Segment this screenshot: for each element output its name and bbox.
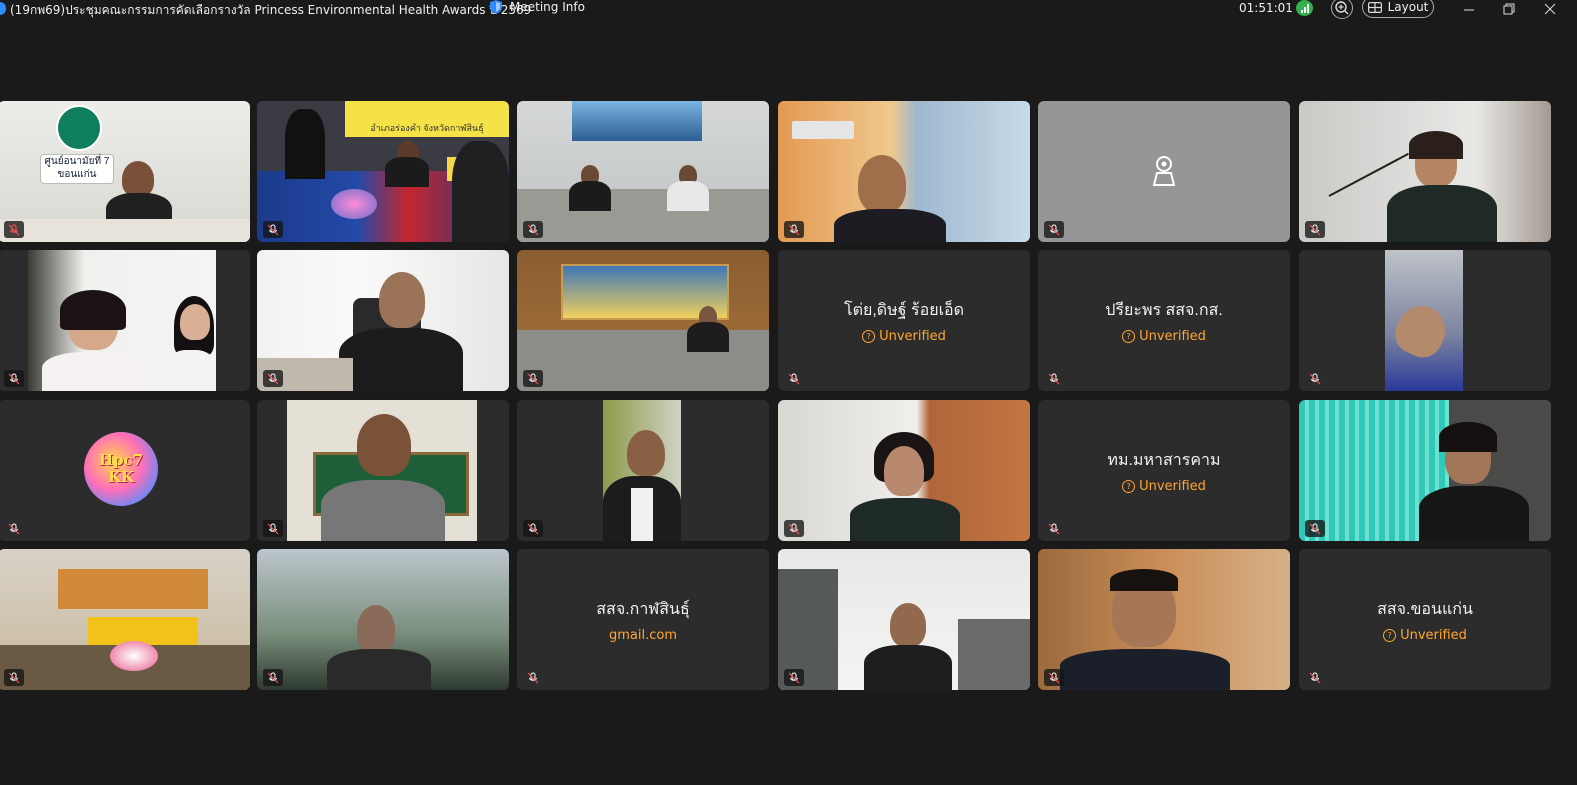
camera-off-icon <box>1150 155 1178 187</box>
mic-muted-icon <box>1305 669 1325 686</box>
mic-muted-icon <box>784 370 804 387</box>
participant-name: สสจ.ขอนแก่น <box>1377 601 1473 618</box>
video-tile-8[interactable] <box>257 250 509 391</box>
close-icon[interactable] <box>1541 0 1559 18</box>
video-tile-19[interactable] <box>0 549 250 690</box>
participant-name: ปรียะพร สสจ.กส. <box>1105 302 1223 319</box>
question-icon: ? <box>1122 330 1136 343</box>
video-tile-3[interactable] <box>517 101 769 242</box>
zoom-icon[interactable] <box>1331 0 1353 19</box>
question-icon: ? <box>1122 480 1136 493</box>
mic-muted-icon <box>1044 221 1064 238</box>
question-icon: ? <box>1383 629 1397 642</box>
mic-muted-icon <box>523 370 543 387</box>
video-tile-16[interactable] <box>778 400 1030 541</box>
mic-muted-icon <box>263 669 283 686</box>
participant-status: Unverified <box>1139 479 1206 494</box>
mic-muted-icon <box>4 370 24 387</box>
participant-tile-11[interactable]: ปรียะพร สสจ.กส. ? Unverified <box>1038 250 1290 391</box>
mic-muted-icon <box>263 221 283 238</box>
video-tile-1[interactable]: ศูนย์อนามัยที่ 7 ขอนแก่น <box>0 101 250 242</box>
video-tile-7[interactable] <box>0 250 250 391</box>
meeting-title: (19กพ69)ประชุมคณะกรรมการคัดเลือกรางวัล P… <box>10 3 532 17</box>
video-tile-9[interactable] <box>517 250 769 391</box>
video-tile-4[interactable] <box>778 101 1030 242</box>
participant-status: Unverified <box>1400 628 1467 643</box>
video-tile-23[interactable] <box>1038 549 1290 690</box>
video-tile-14[interactable] <box>257 400 509 541</box>
participant-name: สสจ.กาฬสินธุ์ <box>596 601 690 618</box>
center-sign: ศูนย์อนามัยที่ 7 ขอนแก่น <box>40 154 114 184</box>
health-center-logo <box>56 105 102 151</box>
participant-tile-10[interactable]: โต่ย,ดิษฐ์ ร้อยเอ็ด ? Unverified <box>778 250 1030 391</box>
participant-tile-13[interactable]: Hpc7 KK <box>0 400 250 541</box>
participant-status: Unverified <box>1139 329 1206 344</box>
participant-tile-24[interactable]: สสจ.ขอนแก่น ? Unverified <box>1299 549 1551 690</box>
meeting-info-label: Meeting Info <box>510 0 585 14</box>
mic-muted-icon <box>4 669 24 686</box>
mic-muted-icon <box>263 520 283 537</box>
video-tile-18[interactable] <box>1299 400 1551 541</box>
mic-muted-icon <box>4 520 24 537</box>
mic-muted-icon <box>1044 370 1064 387</box>
mic-muted-icon <box>523 520 543 537</box>
mic-muted-icon <box>1305 520 1325 537</box>
meeting-banner: อำเภอร่องคำ จังหวัดกาฬสินธุ์ <box>345 101 509 137</box>
title-bar: (19กพ69)ประชุมคณะกรรมการคัดเลือกรางวัล P… <box>0 0 1577 19</box>
participant-name: โต่ย,ดิษฐ์ ร้อยเอ็ด <box>843 302 965 319</box>
shield-icon <box>490 0 502 14</box>
video-tile-20[interactable] <box>257 549 509 690</box>
mic-muted-icon <box>1305 370 1325 387</box>
mic-muted-icon <box>1044 669 1064 686</box>
participant-tile-17[interactable]: ทม.มหาสารคาม ? Unverified <box>1038 400 1290 541</box>
video-tile-15[interactable] <box>517 400 769 541</box>
avatar: Hpc7 KK <box>84 432 158 506</box>
video-tile-5[interactable] <box>1038 101 1290 242</box>
question-icon: ? <box>862 330 876 343</box>
signal-icon[interactable] <box>1296 0 1313 16</box>
layout-icon <box>1367 1 1382 13</box>
mic-muted-icon <box>784 221 804 238</box>
zoom-app-icon <box>0 2 6 15</box>
video-tile-12[interactable] <box>1299 250 1551 391</box>
layout-button[interactable]: Layout <box>1362 0 1434 18</box>
layout-label: Layout <box>1387 0 1429 14</box>
video-tile-22[interactable] <box>778 549 1030 690</box>
video-tile-2[interactable]: อำเภอร่องคำ จังหวัดกาฬสินธุ์ <box>257 101 509 242</box>
participant-status: gmail.com <box>608 628 677 643</box>
mic-muted-icon <box>784 669 804 686</box>
video-tile-6[interactable] <box>1299 101 1551 242</box>
participant-status: Unverified <box>879 329 946 344</box>
mic-muted-icon <box>784 520 804 537</box>
mic-muted-icon <box>523 669 543 686</box>
meeting-timer: 01:51:01 <box>1239 1 1293 15</box>
restore-icon[interactable] <box>1500 0 1518 18</box>
participant-name: ทม.มหาสารคาม <box>1107 452 1221 469</box>
mic-muted-icon <box>4 221 24 238</box>
mic-muted-icon <box>1305 221 1325 238</box>
mic-muted-icon <box>263 370 283 387</box>
minimize-icon[interactable] <box>1460 0 1478 18</box>
mic-muted-icon <box>1044 520 1064 537</box>
meeting-info-button[interactable]: Meeting Info <box>490 0 585 14</box>
participant-tile-21[interactable]: สสจ.กาฬสินธุ์ gmail.com <box>517 549 769 690</box>
mic-muted-icon <box>523 221 543 238</box>
